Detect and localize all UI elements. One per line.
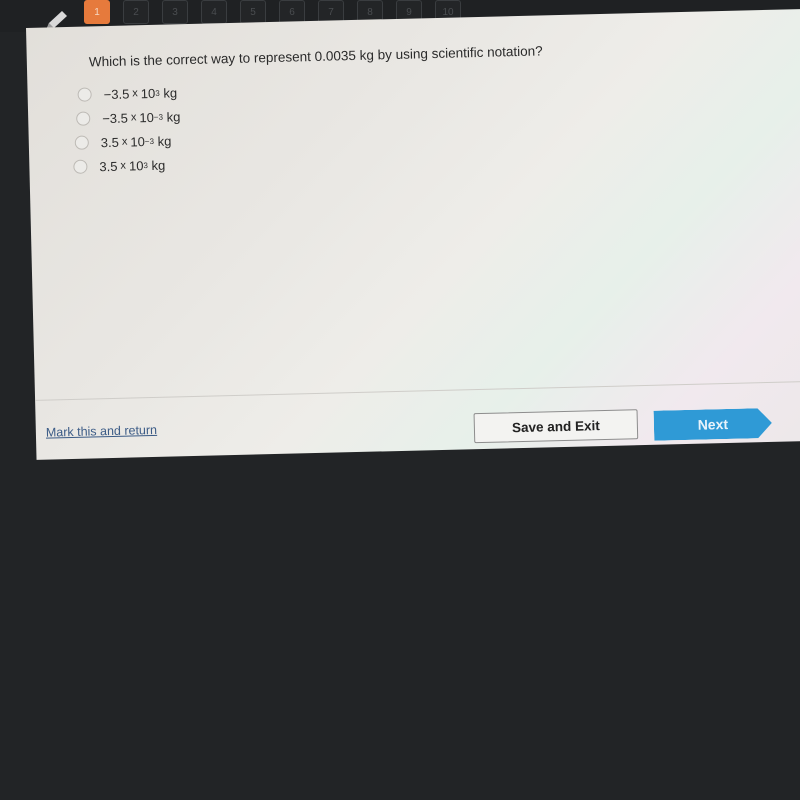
exponent: 3 (155, 88, 160, 98)
coefficient: 3.5 (99, 158, 118, 174)
times-sign: x (121, 135, 128, 148)
base: 10 (140, 85, 156, 101)
question-button[interactable]: 3 (162, 0, 188, 24)
question-button[interactable]: 2 (123, 0, 149, 24)
answer-option[interactable]: −3.5 x 10 3 kg (77, 80, 180, 106)
answer-option[interactable]: 3.5 x 10 3 kg (73, 152, 182, 179)
radio-button[interactable] (76, 111, 91, 126)
coefficient: 3.5 (100, 134, 120, 150)
base: 10 (139, 109, 155, 125)
base: 10 (130, 133, 146, 149)
times-sign: x (120, 159, 127, 172)
exponent: −3 (153, 112, 164, 122)
mark-and-return-link[interactable]: Mark this and return (46, 423, 157, 440)
times-sign: x (132, 87, 138, 100)
answer-options: −3.5 x 10 3 kg −3.5 x 10 −3 kg 3.5 x 10 −3 … (73, 80, 182, 178)
coefficient: −3.5 (103, 85, 130, 102)
radio-button[interactable] (74, 135, 89, 150)
question-button[interactable]: 1 (84, 0, 110, 24)
unit: kg (151, 157, 166, 173)
next-button[interactable]: Next (654, 408, 773, 441)
radio-button[interactable] (73, 159, 88, 174)
radio-button[interactable] (77, 87, 92, 102)
base: 10 (128, 157, 144, 174)
unit: kg (157, 132, 172, 149)
times-sign: x (130, 111, 137, 124)
exponent: 3 (143, 160, 148, 170)
answer-option[interactable]: 3.5 x 10 −3 kg (74, 128, 182, 155)
exponent: −3 (144, 136, 155, 146)
question-panel: Which is the correct way to represent 0.… (26, 8, 800, 460)
question-button[interactable]: 4 (201, 0, 227, 24)
save-and-exit-button[interactable]: Save and Exit (473, 409, 639, 444)
coefficient: −3.5 (102, 110, 129, 126)
unit: kg (163, 84, 178, 101)
unit: kg (166, 108, 181, 125)
footer-divider (35, 380, 800, 401)
answer-option[interactable]: −3.5 x 10 −3 kg (76, 104, 181, 131)
question-button[interactable]: 5 (240, 0, 266, 24)
question-text: Which is the correct way to represent 0.… (88, 43, 543, 70)
